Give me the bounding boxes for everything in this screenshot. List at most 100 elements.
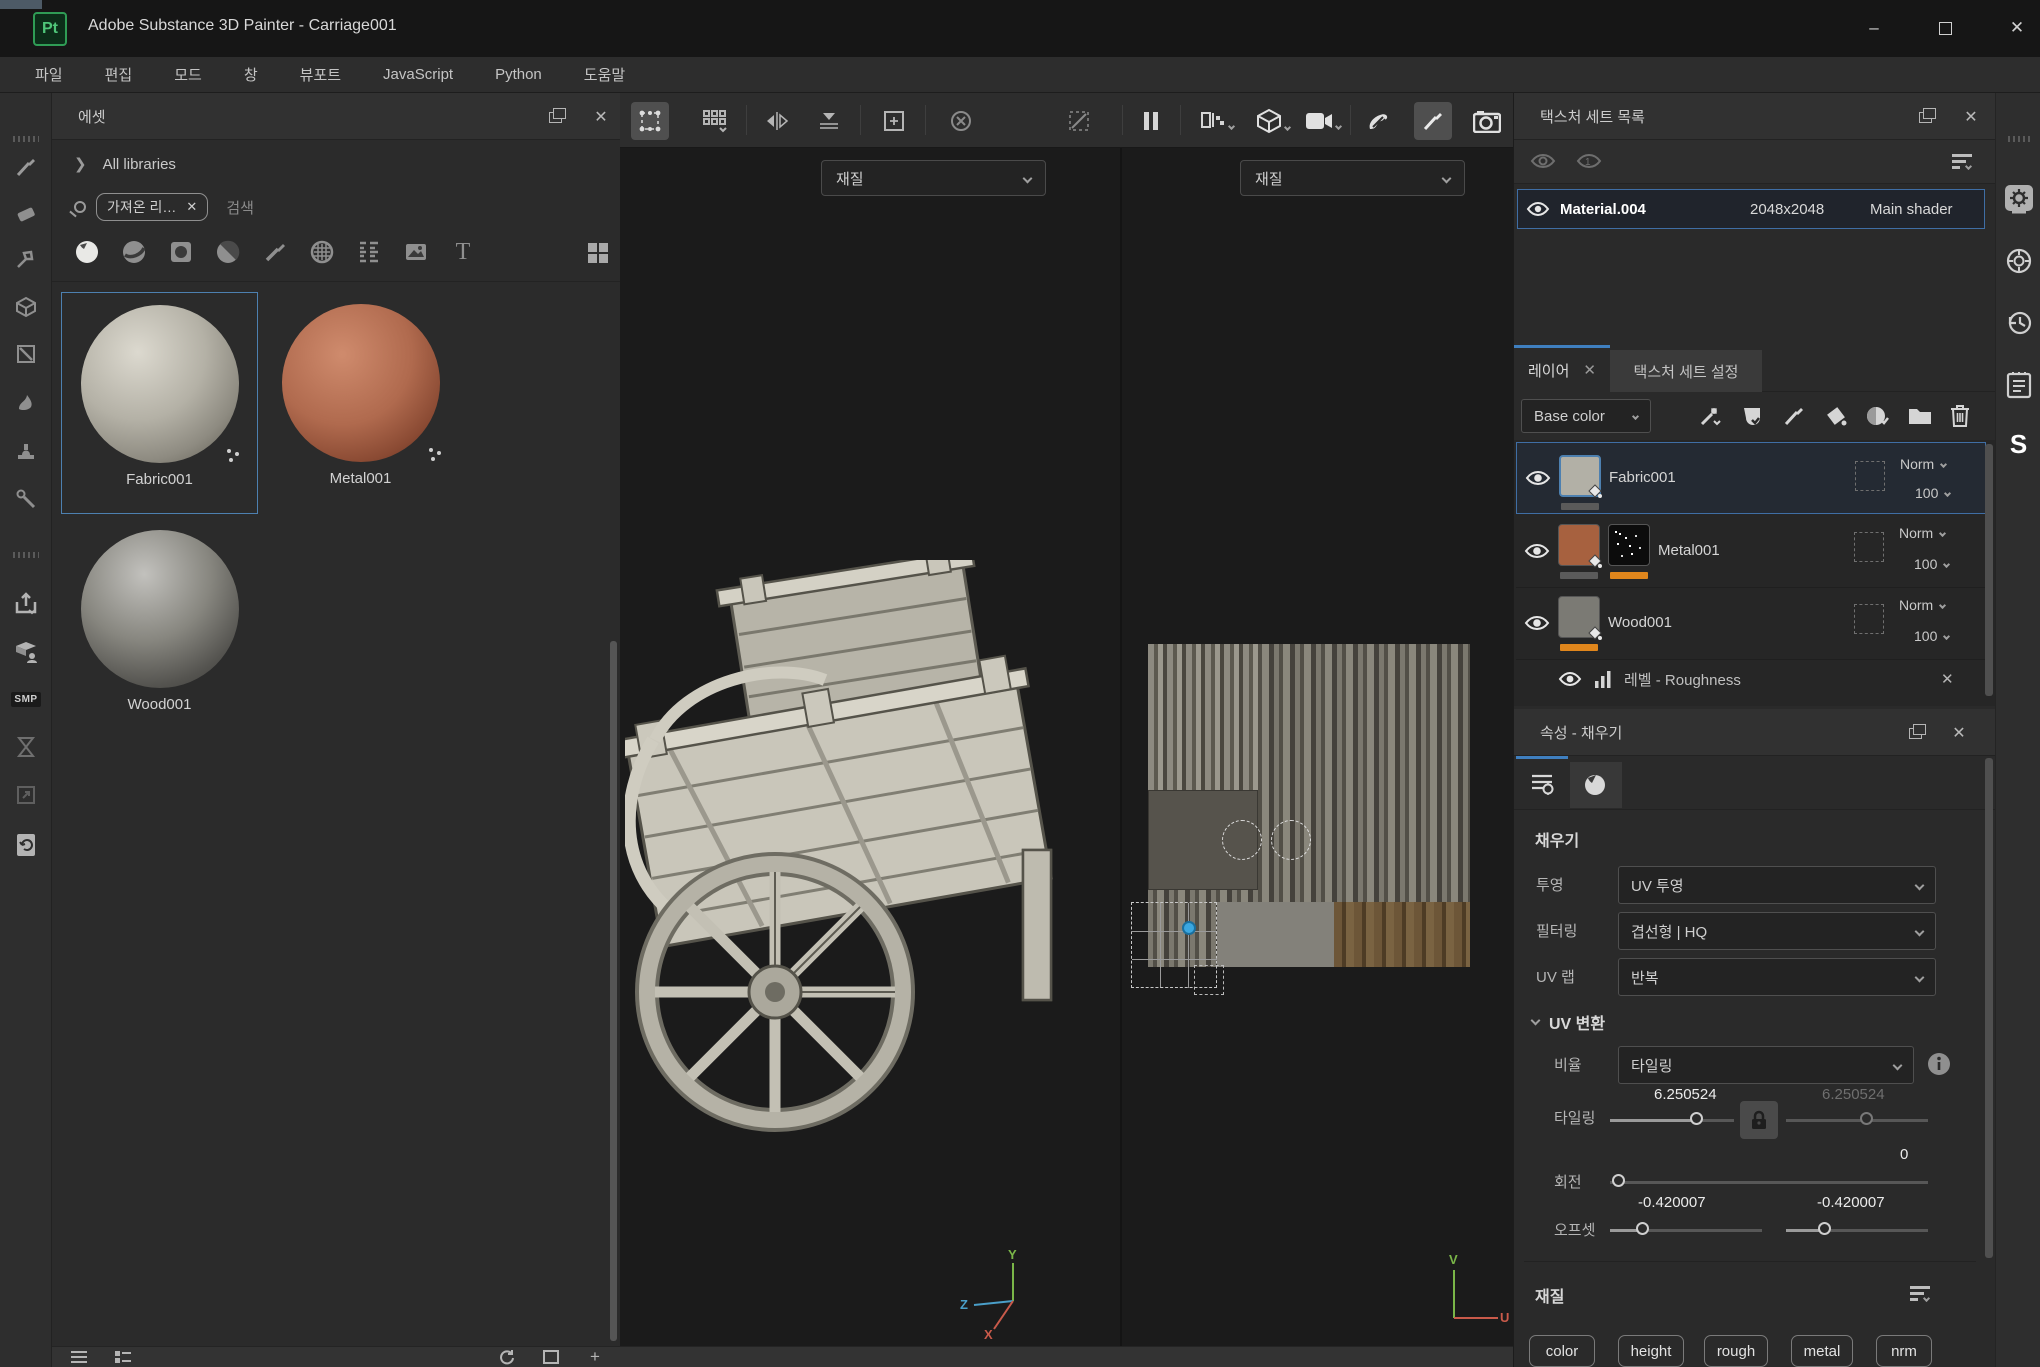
info-icon[interactable] bbox=[1926, 1051, 1952, 1077]
projection-tool-icon[interactable] bbox=[8, 241, 44, 277]
minimize-button[interactable]: – bbox=[1859, 14, 1889, 42]
add-effect-wand-icon[interactable] bbox=[1694, 400, 1726, 432]
gizmo-manipulator-icon[interactable] bbox=[631, 102, 669, 140]
layers-scrollbar[interactable] bbox=[1985, 444, 1993, 696]
frame-view-icon[interactable] bbox=[542, 1349, 560, 1365]
paint-mode-brush-icon[interactable] bbox=[1414, 102, 1452, 140]
layer-mask-placeholder[interactable] bbox=[1854, 604, 1884, 634]
lazy-mouse-icon[interactable] bbox=[1060, 102, 1098, 140]
properties-close-icon[interactable]: ✕ bbox=[1948, 722, 1970, 744]
camera-view-icon[interactable] bbox=[1298, 102, 1348, 140]
eraser-tool-icon[interactable] bbox=[8, 195, 44, 231]
details-view-icon[interactable] bbox=[114, 1349, 132, 1365]
offset-y-slider[interactable] bbox=[1786, 1229, 1928, 1232]
all-libraries-row[interactable]: ❯ All libraries bbox=[74, 155, 176, 173]
filter-brushes-icon[interactable] bbox=[262, 239, 288, 265]
smudge-tool-icon[interactable] bbox=[8, 384, 44, 420]
texture-set-row-material004[interactable]: Material.004 2048x2048 Main shader bbox=[1517, 189, 1985, 229]
close-button[interactable]: ✕ bbox=[2002, 14, 2032, 42]
layer-mask-placeholder[interactable] bbox=[1855, 461, 1885, 491]
opacity-dropdown[interactable]: 100 bbox=[1914, 628, 1949, 644]
offset-x-slider[interactable] bbox=[1610, 1229, 1762, 1232]
visibility-eye-icon[interactable] bbox=[1526, 199, 1550, 219]
list-view-icon[interactable] bbox=[70, 1349, 88, 1365]
uv-wrap-dropdown[interactable]: 반복 bbox=[1618, 958, 1936, 996]
color-picker-tool-icon[interactable] bbox=[8, 481, 44, 517]
reset-view-icon[interactable] bbox=[942, 102, 980, 140]
geometry-fill-tool-icon[interactable] bbox=[8, 289, 44, 325]
layer-thumbnail[interactable] bbox=[1559, 455, 1601, 497]
channel-nrm-button[interactable]: nrm bbox=[1876, 1335, 1932, 1367]
add-mask-icon[interactable] bbox=[1862, 400, 1894, 432]
blend-mode-dropdown[interactable]: Norm bbox=[1900, 456, 1946, 472]
opacity-dropdown[interactable]: 100 bbox=[1915, 485, 1950, 501]
projection-dropdown[interactable]: UV 투영 bbox=[1618, 866, 1936, 904]
channel-filter-dropdown[interactable]: Base color bbox=[1521, 399, 1651, 433]
filter-smart-masks-icon[interactable] bbox=[168, 239, 194, 265]
uv-transform-section-header[interactable]: UV 변환 bbox=[1532, 1010, 1605, 1034]
symmetry-vertical-icon[interactable] bbox=[810, 102, 848, 140]
channel-metal-button[interactable]: metal bbox=[1791, 1335, 1853, 1367]
offset-x-value[interactable]: -0.420007 bbox=[1638, 1194, 1706, 1211]
resources-library-icon[interactable] bbox=[8, 634, 44, 670]
tab-fill-parameters[interactable] bbox=[1516, 756, 1568, 808]
tiling-y-slider[interactable] bbox=[1786, 1119, 1928, 1122]
display-settings-icon[interactable] bbox=[2003, 183, 2034, 214]
effect-visibility-eye-icon[interactable] bbox=[1558, 669, 1582, 689]
filter-fonts-icon[interactable]: T bbox=[450, 239, 476, 265]
viewport-2d[interactable]: 재질 V U bbox=[1122, 148, 1513, 1346]
clone-stamp-tool-icon[interactable] bbox=[8, 433, 44, 469]
menu-help[interactable]: 도움말 bbox=[563, 64, 646, 85]
show-all-eye-icon[interactable] bbox=[1530, 150, 1556, 172]
delete-layer-trash-icon[interactable] bbox=[1944, 400, 1976, 432]
filter-alphas-icon[interactable] bbox=[356, 239, 382, 265]
properties-scrollbar[interactable] bbox=[1985, 758, 1993, 1258]
frame-selection-icon[interactable] bbox=[875, 102, 913, 140]
add-paint-layer-icon[interactable] bbox=[1778, 400, 1810, 432]
particles-icon[interactable] bbox=[1360, 102, 1398, 140]
history-hourglass-icon[interactable] bbox=[8, 729, 44, 765]
channel-rough-button[interactable]: rough bbox=[1704, 1335, 1768, 1367]
layer-visibility-eye-icon[interactable] bbox=[1525, 467, 1551, 489]
grid-view-icon[interactable] bbox=[588, 243, 608, 263]
paint-brush-tool-icon[interactable] bbox=[8, 149, 44, 185]
asset-search-field[interactable]: 가져온 리… ✕ 검색 bbox=[74, 193, 254, 221]
remove-effect-icon[interactable]: ✕ bbox=[1941, 670, 1954, 688]
rotation-value[interactable]: 0 bbox=[1900, 1146, 1908, 1163]
layer-mask-placeholder[interactable] bbox=[1854, 532, 1884, 562]
split-view-icon[interactable] bbox=[1192, 102, 1242, 140]
add-resource-icon[interactable]: + bbox=[586, 1349, 604, 1365]
blend-mode-dropdown[interactable]: Norm bbox=[1899, 597, 1945, 613]
rotation-slider[interactable] bbox=[1610, 1181, 1928, 1184]
refresh-shelf-icon[interactable] bbox=[498, 1349, 516, 1365]
menu-file[interactable]: 파일 bbox=[14, 64, 84, 85]
layer-visibility-eye-icon[interactable] bbox=[1524, 612, 1550, 634]
assets-close-icon[interactable]: ✕ bbox=[590, 106, 612, 128]
filter-smart-materials-icon[interactable] bbox=[121, 239, 147, 265]
search-filter-tag[interactable]: 가져온 리… ✕ bbox=[96, 193, 208, 221]
filter-filters-icon[interactable] bbox=[215, 239, 241, 265]
tiling-lock-button[interactable] bbox=[1740, 1101, 1778, 1139]
layer-row-fabric001[interactable]: Fabric001 Norm 100 bbox=[1516, 442, 1986, 514]
tab-close-icon[interactable]: ✕ bbox=[1583, 361, 1596, 379]
substance-share-icon[interactable]: S bbox=[2003, 429, 2034, 460]
blend-mode-dropdown[interactable]: Norm bbox=[1899, 525, 1945, 541]
history-icon[interactable] bbox=[2003, 307, 2034, 338]
asset-card-metal001[interactable]: Metal001 bbox=[262, 292, 459, 514]
external-link-icon[interactable] bbox=[8, 777, 44, 813]
menu-javascript[interactable]: JavaScript bbox=[362, 66, 474, 83]
add-fill-layer-icon[interactable] bbox=[1820, 400, 1852, 432]
snapshot-camera-icon[interactable] bbox=[1468, 102, 1506, 140]
tiling-mode-icon[interactable] bbox=[696, 102, 734, 140]
symmetry-horizontal-icon[interactable] bbox=[758, 102, 796, 140]
tab-material-preview[interactable] bbox=[1570, 762, 1622, 808]
channel-height-button[interactable]: height bbox=[1618, 1335, 1684, 1367]
maximize-button[interactable] bbox=[1930, 14, 1960, 42]
offset-y-value[interactable]: -0.420007 bbox=[1817, 1194, 1885, 1211]
layer-thumbnail[interactable] bbox=[1558, 524, 1600, 566]
dock-grip[interactable] bbox=[2003, 123, 2034, 154]
asset-card-wood001[interactable]: Wood001 bbox=[61, 518, 258, 740]
solo-eye-icon[interactable]: 1 bbox=[1576, 150, 1602, 172]
layer-thumbnail[interactable] bbox=[1558, 596, 1600, 638]
opacity-dropdown[interactable]: 100 bbox=[1914, 556, 1949, 572]
